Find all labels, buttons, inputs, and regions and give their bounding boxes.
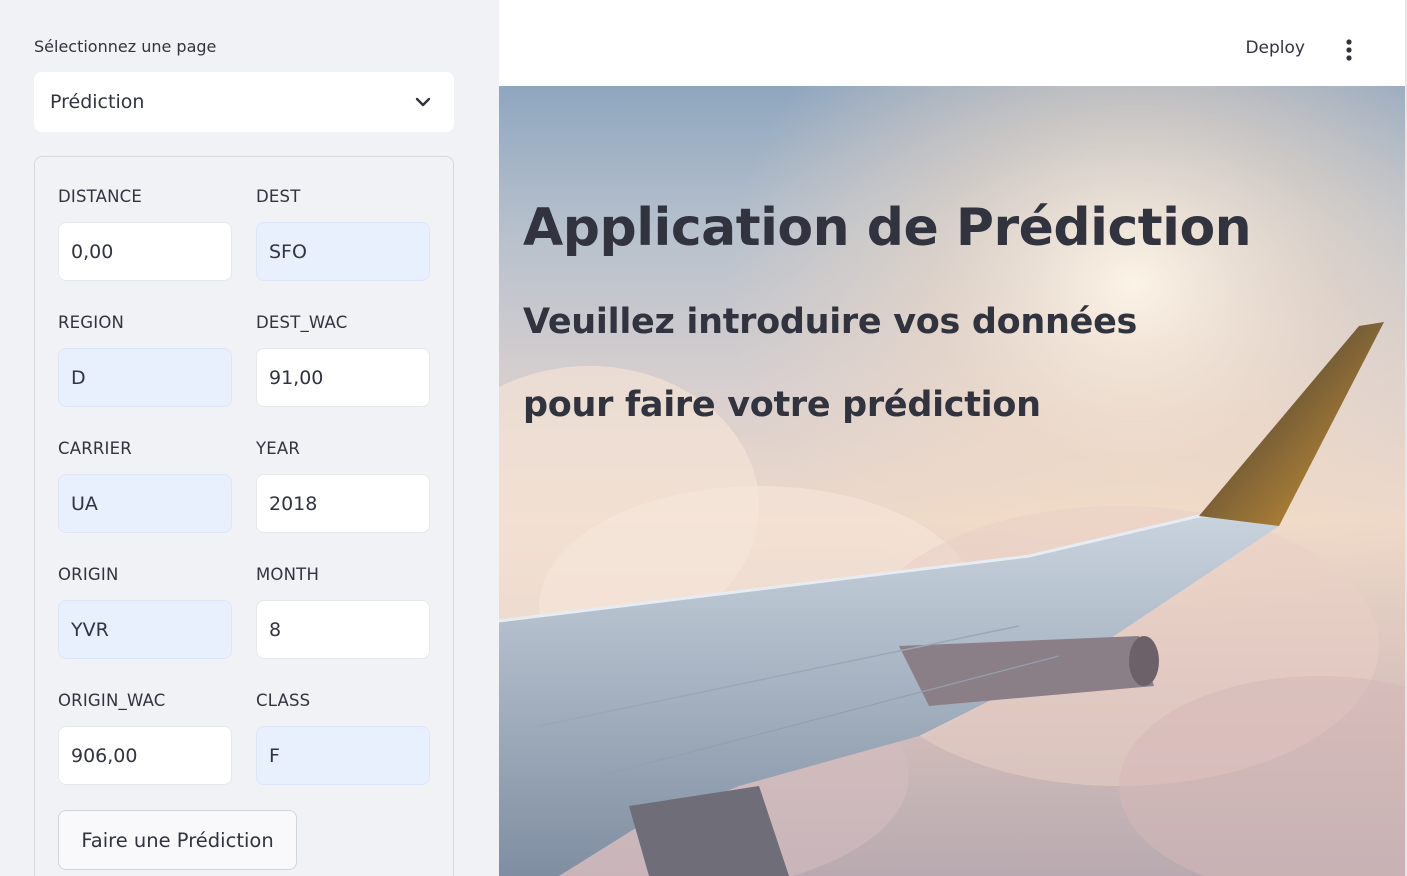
- subtitle-line-1: Veuillez introduire vos données: [523, 302, 1138, 342]
- carrier-label: CARRIER: [58, 439, 132, 458]
- subtitle-line-2: pour faire votre prédiction: [523, 385, 1041, 425]
- distance-input[interactable]: 0,00: [58, 222, 232, 281]
- year-label: YEAR: [256, 439, 301, 458]
- carrier-input[interactable]: UA: [58, 474, 232, 533]
- top-header: Deploy: [499, 0, 1407, 86]
- dest-wac-input[interactable]: 91,00: [256, 348, 430, 407]
- sidebar: Sélectionnez une page Prédiction DISTANC…: [0, 0, 499, 876]
- page-select-label: Sélectionnez une page: [34, 37, 217, 56]
- origin-wac-input[interactable]: 906,00: [58, 726, 232, 785]
- page-select[interactable]: Prédiction: [34, 72, 454, 132]
- origin-wac-label: ORIGIN_WAC: [58, 691, 166, 710]
- predict-button[interactable]: Faire une Prédiction: [58, 810, 297, 870]
- page-select-value: Prédiction: [50, 91, 145, 113]
- hero-background: Application de Prédiction Veuillez intro…: [499, 86, 1405, 876]
- deploy-button[interactable]: Deploy: [1245, 38, 1305, 58]
- region-input[interactable]: D: [58, 348, 232, 407]
- page-title: Application de Prédiction: [523, 198, 1252, 258]
- region-label: REGION: [58, 313, 125, 332]
- origin-label: ORIGIN: [58, 565, 119, 584]
- class-label: CLASS: [256, 691, 311, 710]
- chevron-down-icon: [415, 97, 431, 107]
- dest-label: DEST: [256, 187, 301, 206]
- origin-input[interactable]: YVR: [58, 600, 232, 659]
- year-input[interactable]: 2018: [256, 474, 430, 533]
- class-input[interactable]: F: [256, 726, 430, 785]
- month-input[interactable]: 8: [256, 600, 430, 659]
- dest-input[interactable]: SFO: [256, 222, 430, 281]
- distance-label: DISTANCE: [58, 187, 143, 206]
- dest-wac-label: DEST_WAC: [256, 313, 348, 332]
- kebab-menu-icon[interactable]: [1345, 38, 1353, 62]
- month-label: MONTH: [256, 565, 320, 584]
